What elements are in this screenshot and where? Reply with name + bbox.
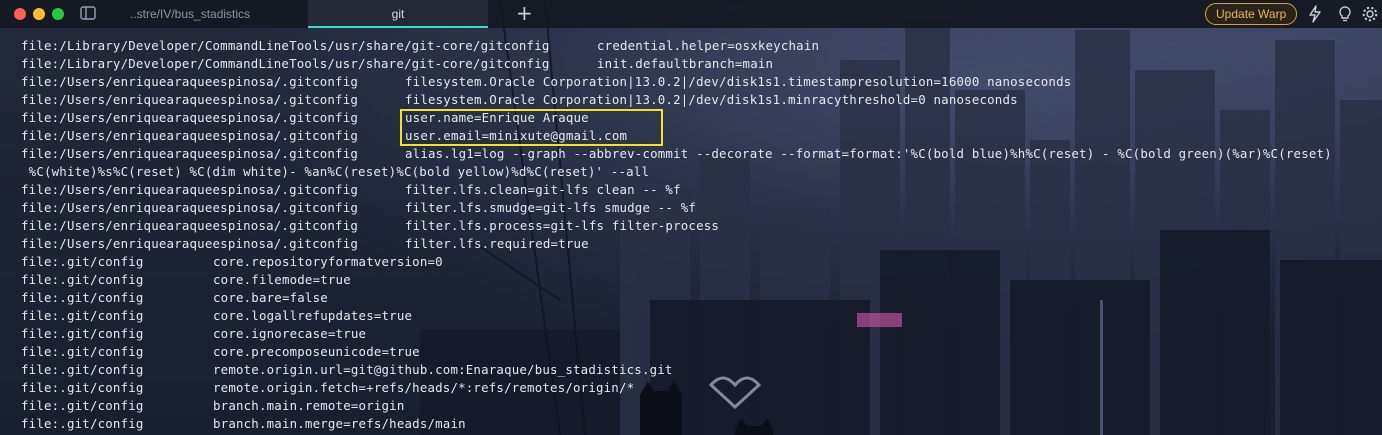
terminal-line: file:.git/config core.bare=false	[21, 289, 328, 307]
config-source: file:/Users/enriquearaqueespinosa/.gitco…	[21, 236, 359, 251]
config-source: file:/Users/enriquearaqueespinosa/.gitco…	[21, 218, 359, 233]
tab-label: git	[391, 7, 405, 21]
config-value: filter.lfs.process=git-lfs filter-proces…	[405, 218, 720, 233]
active-tab-indicator	[308, 26, 488, 28]
title-bar: ..stre/IV/bus_stadistics git + Update Wa…	[0, 0, 1382, 28]
config-value: filter.lfs.required=true	[405, 236, 589, 251]
config-value: init.defaultbranch=main	[597, 56, 774, 71]
config-value: filter.lfs.smudge=git-lfs smudge -- %f	[405, 200, 697, 215]
maximize-window-button[interactable]	[52, 8, 64, 20]
config-source: file:.git/config	[21, 254, 144, 269]
terminal-line: file:.git/config core.logallrefupdates=tr…	[21, 307, 412, 325]
terminal-line: %C(white)%s%C(reset) %C(dim white)- %an%…	[21, 163, 649, 181]
terminal-line: file:/Users/enriquearaqueespinosa/.gitco…	[21, 127, 627, 145]
config-source: file:/Users/enriquearaqueespinosa/.gitco…	[21, 92, 359, 107]
highlight-box-user-config	[400, 109, 663, 146]
terminal-line: file:/Library/Developer/CommandLineTools…	[21, 55, 773, 73]
config-value: core.ignorecase=true	[213, 326, 367, 341]
lightbulb-icon[interactable]	[1336, 5, 1354, 23]
config-source: file:/Library/Developer/CommandLineTools…	[21, 38, 550, 53]
terminal-line: file:.git/config core.ignorecase=true	[21, 325, 366, 343]
terminal-line: file:/Users/enriquearaqueespinosa/.gitco…	[21, 145, 1332, 163]
terminal-output[interactable]: file:/Library/Developer/CommandLineTools…	[0, 37, 1382, 435]
config-value: branch.main.merge=refs/heads/main	[213, 416, 466, 431]
config-value: core.filemode=true	[213, 272, 351, 287]
terminal-line: file:.git/config branch.main.merge=refs/h…	[21, 415, 466, 433]
terminal-line: file:/Users/enriquearaqueespinosa/.gitco…	[21, 109, 589, 127]
config-source: file:.git/config	[21, 416, 144, 431]
close-window-button[interactable]	[14, 8, 26, 20]
config-value: remote.origin.url=git@github.com:Enaraqu…	[213, 362, 673, 377]
gear-icon[interactable]	[1361, 5, 1379, 23]
config-value: core.repositoryformatversion=0	[213, 254, 443, 269]
terminal-line: file:/Library/Developer/CommandLineTools…	[21, 37, 819, 55]
config-value: branch.main.remote=origin	[213, 398, 405, 413]
config-source: file:.git/config	[21, 380, 144, 395]
tab-bus-stadistics[interactable]: ..stre/IV/bus_stadistics	[130, 0, 310, 28]
terminal-line: file:.git/config branch.main.remote=origi…	[21, 397, 404, 415]
config-value: alias.lg1=log --graph --abbrev-commit --…	[405, 146, 1332, 161]
terminal-line: file:.git/config core.precomposeunicode=t…	[21, 343, 420, 361]
config-source: file:/Users/enriquearaqueespinosa/.gitco…	[21, 128, 359, 143]
terminal-line: file:/Users/enriquearaqueespinosa/.gitco…	[21, 235, 589, 253]
terminal-line: file:.git/config remote.origin.url=git@gi…	[21, 361, 672, 379]
config-value: filesystem.Oracle Corporation|13.0.2|/de…	[405, 74, 1072, 89]
config-value: filter.lfs.clean=git-lfs clean -- %f	[405, 182, 681, 197]
config-source: file:.git/config	[21, 344, 144, 359]
config-source: file:/Users/enriquearaqueespinosa/.gitco…	[21, 110, 359, 125]
config-source: file:.git/config	[21, 362, 144, 377]
config-source: file:/Library/Developer/CommandLineTools…	[21, 56, 550, 71]
tab-label: ..stre/IV/bus_stadistics	[130, 7, 251, 21]
config-source: file:/Users/enriquearaqueespinosa/.gitco…	[21, 182, 359, 197]
terminal-line: file:.git/config core.repositoryformatver…	[21, 253, 443, 271]
config-source: file:.git/config	[21, 272, 144, 287]
minimize-window-button[interactable]	[33, 8, 45, 20]
config-source: file:.git/config	[21, 326, 144, 341]
terminal-line: file:.git/config remote.origin.fetch=+ref…	[21, 379, 634, 397]
config-value: core.bare=false	[213, 290, 328, 305]
config-value-continuation: %C(white)%s%C(reset) %C(dim white)- %an%…	[21, 164, 650, 179]
config-source: file:/Users/enriquearaqueespinosa/.gitco…	[21, 200, 359, 215]
config-value: core.logallrefupdates=true	[213, 308, 413, 323]
config-source: file:.git/config	[21, 290, 144, 305]
config-value: credential.helper=osxkeychain	[597, 38, 820, 53]
config-value: core.precomposeunicode=true	[213, 344, 420, 359]
plus-icon[interactable]: +	[516, 3, 533, 23]
terminal-line: file:/Users/enriquearaqueespinosa/.gitco…	[21, 181, 681, 199]
terminal-line: file:/Users/enriquearaqueespinosa/.gitco…	[21, 73, 1071, 91]
tabs-panel-icon[interactable]	[80, 6, 96, 20]
config-value: filesystem.Oracle Corporation|13.0.2|/de…	[405, 92, 1018, 107]
terminal-line: file:/Users/enriquearaqueespinosa/.gitco…	[21, 199, 696, 217]
terminal-line: file:/Users/enriquearaqueespinosa/.gitco…	[21, 217, 719, 235]
config-value: remote.origin.fetch=+refs/heads/*:refs/r…	[213, 380, 635, 395]
terminal-line: file:/Users/enriquearaqueespinosa/.gitco…	[21, 91, 1018, 109]
config-source: file:/Users/enriquearaqueespinosa/.gitco…	[21, 146, 359, 161]
config-source: file:/Users/enriquearaqueespinosa/.gitco…	[21, 74, 359, 89]
config-source: file:.git/config	[21, 308, 144, 323]
terminal-line: file:.git/config core.filemode=true	[21, 271, 351, 289]
update-warp-button[interactable]: Update Warp	[1205, 3, 1298, 25]
config-source: file:.git/config	[21, 398, 144, 413]
tab-git[interactable]: git	[308, 0, 488, 28]
bolt-icon[interactable]	[1306, 5, 1324, 23]
